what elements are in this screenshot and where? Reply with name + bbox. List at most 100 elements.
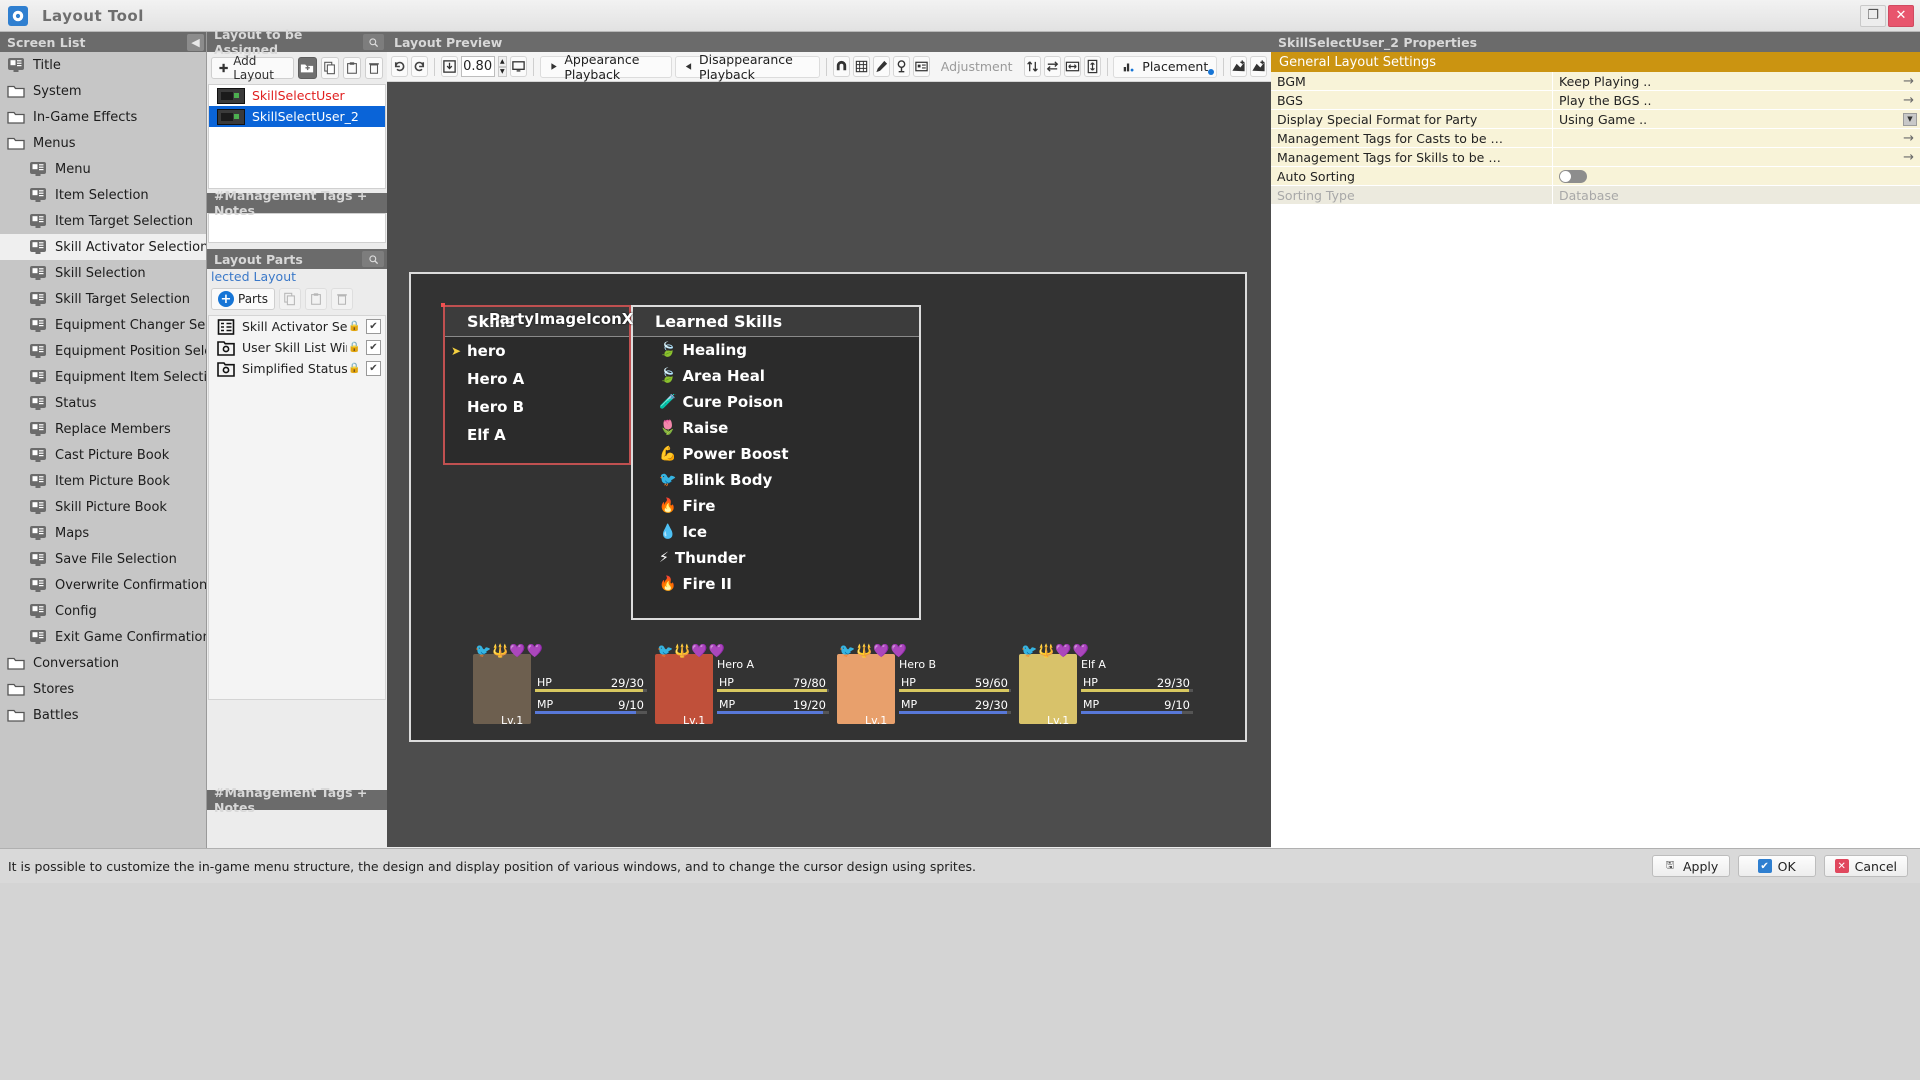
preview-canvas[interactable]: Skills ➤ hero Hero A Hero B Elf A Learned Sk…	[387, 82, 1271, 847]
property-value[interactable]: Database	[1553, 186, 1920, 204]
auto-sorting-toggle[interactable]	[1559, 169, 1587, 183]
arrow-right-icon[interactable]: →	[1903, 150, 1914, 165]
learned-skill-row[interactable]: 🧪 Cure Poison	[633, 389, 919, 415]
visibility-checkbox[interactable]: ✔	[366, 361, 381, 376]
learned-skill-row[interactable]: 🍃 Area Heal	[633, 363, 919, 389]
cancel-button[interactable]: ✕ Cancel	[1823, 855, 1908, 877]
redo-icon[interactable]	[411, 56, 428, 77]
sidebar-item-menu[interactable]: Menu	[0, 156, 206, 182]
import-icon[interactable]	[1249, 56, 1267, 77]
sidebar-item-item-selection[interactable]: Item Selection	[0, 182, 206, 208]
sidebar-item-replace-members[interactable]: Replace Members	[0, 416, 206, 442]
learned-skill-row[interactable]: 💪 Power Boost	[633, 441, 919, 467]
learned-skill-row[interactable]: 🌷 Raise	[633, 415, 919, 441]
party-member[interactable]: 🐦🔱💜💜 Elf A HP 29/30 MP 9/10 Lv.1	[1019, 644, 1201, 729]
sidebar-item-battles[interactable]: Battles	[0, 702, 206, 728]
sidebar-item-maps[interactable]: Maps	[0, 520, 206, 546]
skills-window-rows[interactable]: ➤ hero Hero A Hero B Elf A	[445, 337, 629, 449]
sidebar-item-equipment-item-selection[interactable]: Equipment Item Selection	[0, 364, 206, 390]
ok-button[interactable]: ✔ OK	[1737, 855, 1816, 877]
lock-icon[interactable]: 🔒	[347, 319, 362, 334]
property-value[interactable]: Using Game .. ▼	[1553, 110, 1920, 128]
sidebar-item-status[interactable]: Status	[0, 390, 206, 416]
pen-icon[interactable]	[872, 56, 890, 77]
property-value[interactable]: Keep Playing .. →	[1553, 72, 1920, 90]
property-row[interactable]: BGM Keep Playing .. →	[1271, 72, 1920, 91]
undo-icon[interactable]	[391, 56, 408, 77]
search-icon[interactable]	[363, 34, 384, 50]
add-layout-button[interactable]: Add Layout	[211, 54, 295, 82]
sidebar-item-skill-target-selection[interactable]: Skill Target Selection	[0, 286, 206, 312]
sidebar-item-skill-picture-book[interactable]: Skill Picture Book	[0, 494, 206, 520]
property-row[interactable]: Management Tags for Casts to be … →	[1271, 129, 1920, 148]
restore-button[interactable]: ❐	[1860, 4, 1886, 27]
learned-skill-row[interactable]: 🔥 Fire	[633, 493, 919, 519]
arrow-right-icon[interactable]: →	[1903, 131, 1914, 146]
monitor-icon[interactable]	[510, 56, 528, 77]
skill-user-row[interactable]: Elf A	[445, 421, 629, 449]
learned-skill-row[interactable]: 🍃 Healing	[633, 337, 919, 363]
disappearance-playback-button[interactable]: Disappearance Playback	[674, 52, 821, 82]
screen-list-items[interactable]: Title System In-Game Effects Menus Menu Item …	[0, 52, 206, 848]
skill-user-row[interactable]: Hero B	[445, 393, 629, 421]
sidebar-item-cast-picture-book[interactable]: Cast Picture Book	[0, 442, 206, 468]
sidebar-item-save-file-selection[interactable]: Save File Selection	[0, 546, 206, 572]
search-icon[interactable]	[362, 251, 384, 267]
sidebar-item-title[interactable]: Title	[0, 52, 206, 78]
sidebar-item-in-game-effects[interactable]: In-Game Effects	[0, 104, 206, 130]
property-row[interactable]: Auto Sorting	[1271, 167, 1920, 186]
magnet-icon[interactable]	[832, 56, 850, 77]
fit-width-icon[interactable]	[1063, 56, 1081, 77]
sidebar-item-equipment-changer-selection[interactable]: Equipment Changer Selection	[0, 312, 206, 338]
layout-assign-list[interactable]: SkillSelectUser SkillSelectUser_2	[208, 84, 386, 189]
property-value[interactable]: Play the BGS .. →	[1553, 91, 1920, 109]
party-status-row[interactable]: 🐦🔱💜💜 HP 29/30 MP 9/10 Lv.1 🐦🔱💜💜 Hero A HP 79/80 MP…	[473, 644, 1203, 729]
property-value[interactable]: →	[1553, 129, 1920, 147]
layout-part-row[interactable]: Skill Activator Sel…🔒 ✔	[209, 316, 385, 337]
layout-assign-row[interactable]: SkillSelectUser_2	[209, 106, 385, 127]
property-row[interactable]: Display Special Format for Party Using Ga…	[1271, 110, 1920, 129]
sidebar-item-conversation[interactable]: Conversation	[0, 650, 206, 676]
sidebar-item-config[interactable]: Config	[0, 598, 206, 624]
sidebar-item-skill-activator-selection[interactable]: Skill Activator Selection	[0, 234, 206, 260]
copy-icon[interactable]	[320, 57, 339, 79]
skills-window[interactable]: Skills ➤ hero Hero A Hero B Elf A	[441, 303, 631, 465]
party-member[interactable]: 🐦🔱💜💜 Hero B HP 59/60 MP 29/30 Lv.1	[837, 644, 1019, 729]
arrow-right-icon[interactable]: →	[1903, 74, 1914, 89]
property-row[interactable]: Management Tags for Skills to be … →	[1271, 148, 1920, 167]
delete-icon[interactable]	[364, 57, 383, 79]
learned-skill-row[interactable]: 💧 Ice	[633, 519, 919, 545]
fit-height-icon[interactable]	[1083, 56, 1101, 77]
arrow-right-icon[interactable]: →	[1903, 93, 1914, 108]
layout-part-row[interactable]: Simplified Status 🔒 ✔	[209, 358, 385, 379]
lock-icon[interactable]: 🔒	[347, 361, 362, 376]
grid-icon[interactable]	[852, 56, 870, 77]
skill-user-row[interactable]: ➤ hero	[445, 337, 629, 365]
close-button[interactable]: ✕	[1888, 4, 1914, 27]
chevron-left-icon[interactable]: ◀	[187, 33, 204, 51]
chevron-down-icon[interactable]: ▼	[1903, 112, 1917, 126]
zoom-stepper[interactable]: ▲ ▼	[497, 56, 508, 77]
lock-icon[interactable]: 🔒	[347, 340, 362, 355]
sidebar-item-stores[interactable]: Stores	[0, 676, 206, 702]
sidebar-item-menus[interactable]: Menus	[0, 130, 206, 156]
swap-horizontal-icon[interactable]	[1043, 56, 1061, 77]
property-row[interactable]: BGS Play the BGS .. →	[1271, 91, 1920, 110]
party-member[interactable]: 🐦🔱💜💜 Hero A HP 79/80 MP 19/20 Lv.1	[655, 644, 837, 729]
sidebar-item-equipment-position-selection[interactable]: Equipment Position Selection	[0, 338, 206, 364]
fit-icon[interactable]	[440, 56, 458, 77]
visibility-checkbox[interactable]: ✔	[366, 319, 381, 334]
learned-skill-row[interactable]: ⚡ Thunder	[633, 545, 919, 571]
layout-parts-list[interactable]: Skill Activator Sel…🔒✔User Skill List Wi…	[208, 315, 386, 700]
card-icon[interactable]	[912, 56, 930, 77]
swap-vertical-icon[interactable]	[1023, 56, 1041, 77]
placement-button[interactable]: Placement	[1113, 55, 1218, 78]
handle-dot[interactable]	[441, 303, 445, 307]
sidebar-item-skill-selection[interactable]: Skill Selection	[0, 260, 206, 286]
learned-skills-window[interactable]: Learned Skills 🍃 Healing 🍃 Area Heal 🧪 Cure P…	[631, 305, 921, 620]
paste-icon[interactable]	[304, 288, 327, 310]
property-row[interactable]: Sorting Type Database	[1271, 186, 1920, 205]
paste-icon[interactable]	[342, 57, 361, 79]
sidebar-item-system[interactable]: System	[0, 78, 206, 104]
property-value[interactable]: →	[1553, 148, 1920, 166]
